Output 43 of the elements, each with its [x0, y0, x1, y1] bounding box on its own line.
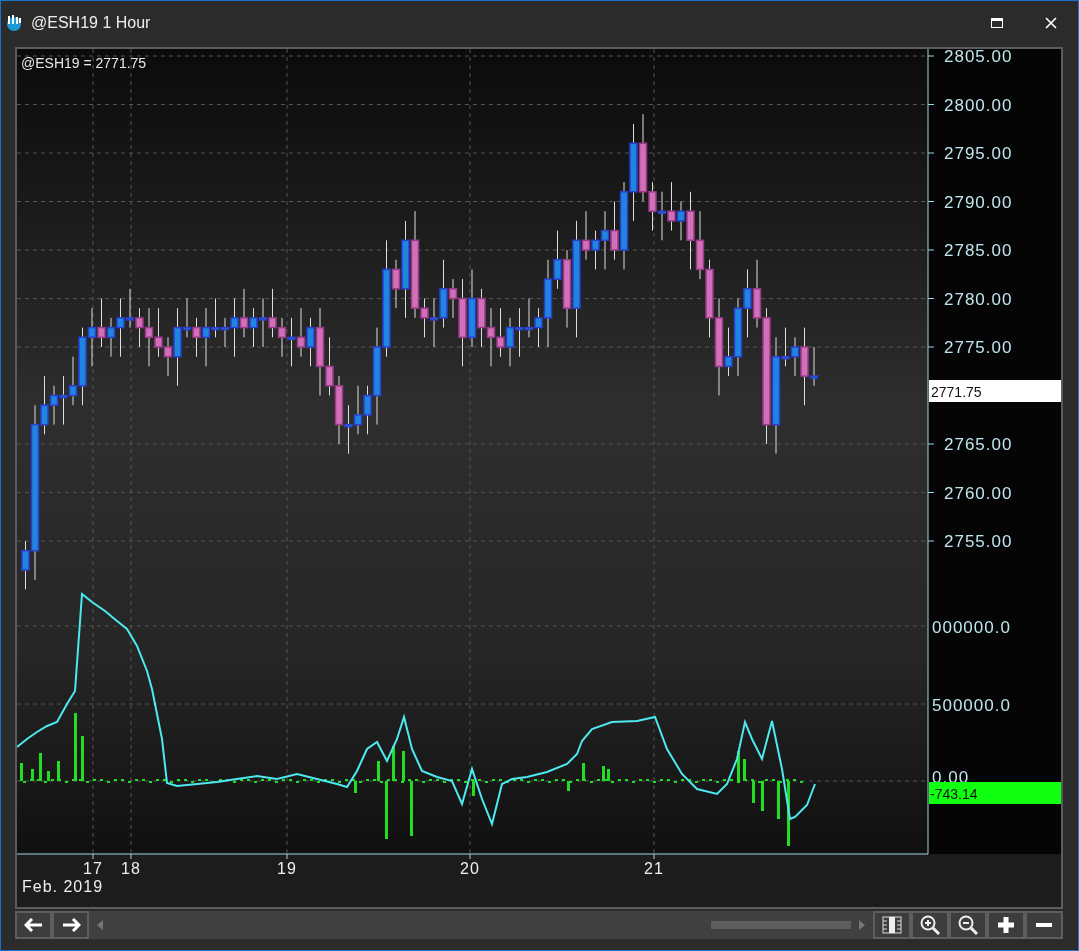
indicator-axis-label: 000000.0	[932, 618, 1011, 637]
price-axis-label: 2765.00	[944, 435, 1013, 454]
price-axis-label: 2785.00	[944, 241, 1013, 260]
indicator-axis-label: 500000.0	[932, 696, 1011, 715]
price-axis-label: 2780.00	[944, 289, 1013, 309]
zoom-in-icon	[919, 914, 941, 936]
scroll-right-icon	[859, 920, 865, 930]
date-label: 20	[460, 860, 480, 877]
price-axis-label: 2805.00	[944, 49, 1013, 66]
right-arrow-icon	[60, 918, 81, 932]
date-label: 19	[277, 860, 297, 877]
columns-button[interactable]	[873, 911, 911, 939]
price-axis-label: 2775.00	[944, 338, 1013, 357]
scroll-right-button[interactable]	[52, 911, 89, 939]
maximize-icon	[991, 18, 1003, 28]
plus-button[interactable]	[987, 911, 1025, 939]
price-axis-label: 2795.00	[944, 144, 1013, 163]
scrollbar-thumb[interactable]	[711, 921, 851, 929]
month-label: Feb. 2019	[22, 878, 104, 895]
left-arrow-icon	[23, 918, 44, 932]
close-icon	[1045, 17, 1057, 29]
price-axis-label: 2760.00	[944, 483, 1013, 503]
price-tag-value: 2771.75	[931, 384, 982, 400]
zoom-in-button[interactable]	[911, 911, 949, 939]
date-label: 18	[121, 860, 141, 877]
minus-button[interactable]	[1025, 911, 1063, 939]
columns-icon	[881, 915, 903, 935]
scrollbar[interactable]	[89, 911, 873, 939]
date-label: 21	[644, 860, 664, 877]
plus-icon	[996, 915, 1016, 935]
price-axis-label: 2790.00	[944, 192, 1013, 212]
zoom-out-icon	[957, 914, 979, 936]
price-axis-label: 2800.00	[944, 95, 1013, 115]
window-title: @ESH19 1 Hour	[31, 14, 151, 32]
indicator-tag-value: -743.14	[930, 786, 978, 802]
quote-label: @ESH19 = 2771.75	[21, 55, 147, 71]
scroll-left-button[interactable]	[15, 911, 52, 939]
app-icon	[5, 14, 23, 32]
zoom-out-button[interactable]	[949, 911, 987, 939]
scroll-left-icon	[97, 920, 103, 930]
price-axis-label: 2755.00	[944, 532, 1013, 551]
date-label: 17	[83, 860, 103, 877]
minus-icon	[1036, 923, 1052, 927]
